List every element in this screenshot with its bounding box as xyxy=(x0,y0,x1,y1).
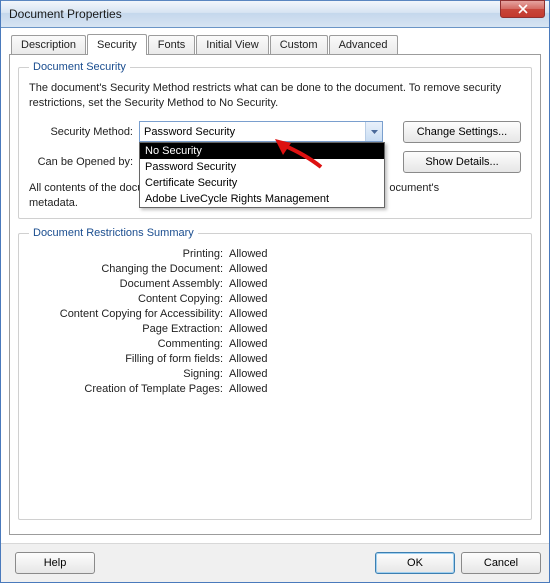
restriction-row: Signing:Allowed xyxy=(29,368,521,380)
restriction-row: Changing the Document:Allowed xyxy=(29,263,521,275)
tab-security[interactable]: Security xyxy=(87,34,147,55)
client-area: Description Security Fonts Initial View … xyxy=(1,28,549,543)
restrictions-list: Printing:Allowed Changing the Document:A… xyxy=(29,248,521,395)
titlebar: Document Properties xyxy=(1,0,549,28)
tab-advanced[interactable]: Advanced xyxy=(329,35,398,54)
tab-description[interactable]: Description xyxy=(11,35,86,54)
restriction-row: Content Copying for Accessibility:Allowe… xyxy=(29,308,521,320)
restriction-row: Page Extraction:Allowed xyxy=(29,323,521,335)
security-method-value: Password Security xyxy=(144,126,365,138)
group-restrictions-title: Document Restrictions Summary xyxy=(29,227,198,239)
ok-button[interactable]: OK xyxy=(375,552,455,574)
restriction-row: Document Assembly:Allowed xyxy=(29,278,521,290)
restriction-row: Content Copying:Allowed xyxy=(29,293,521,305)
option-no-security[interactable]: No Security xyxy=(140,143,384,159)
restriction-row: Commenting:Allowed xyxy=(29,338,521,350)
combobox-button[interactable] xyxy=(365,122,382,141)
tabs: Description Security Fonts Initial View … xyxy=(11,34,541,54)
security-description: The document's Security Method restricts… xyxy=(29,81,521,111)
row-security-method: Security Method: Password Security No Se… xyxy=(29,121,521,143)
restriction-row: Creation of Template Pages:Allowed xyxy=(29,383,521,395)
window-title: Document Properties xyxy=(9,7,500,21)
show-details-button[interactable]: Show Details... xyxy=(403,151,521,173)
restriction-row: Printing:Allowed xyxy=(29,248,521,260)
restriction-row: Filling of form fields:Allowed xyxy=(29,353,521,365)
tab-initial-view[interactable]: Initial View xyxy=(196,35,268,54)
option-certificate-security[interactable]: Certificate Security xyxy=(140,175,384,191)
close-button[interactable] xyxy=(500,0,545,18)
close-icon xyxy=(518,4,528,14)
group-document-security-title: Document Security xyxy=(29,61,130,73)
security-method-dropdown[interactable]: No Security Password Security Certificat… xyxy=(139,142,385,208)
security-method-label: Security Method: xyxy=(29,126,139,138)
group-document-security: Document Security The document's Securit… xyxy=(18,61,532,219)
option-password-security[interactable]: Password Security xyxy=(140,159,384,175)
security-method-combobox[interactable]: Password Security No Security Password S… xyxy=(139,121,383,142)
tab-page-security: Document Security The document's Securit… xyxy=(9,54,541,535)
tab-custom[interactable]: Custom xyxy=(270,35,328,54)
help-button[interactable]: Help xyxy=(15,552,95,574)
group-restrictions: Document Restrictions Summary Printing:A… xyxy=(18,227,532,520)
option-livecycle-rights[interactable]: Adobe LiveCycle Rights Management xyxy=(140,191,384,207)
opened-by-label: Can be Opened by: xyxy=(29,156,139,168)
change-settings-button[interactable]: Change Settings... xyxy=(403,121,521,143)
tab-fonts[interactable]: Fonts xyxy=(148,35,196,54)
cancel-button[interactable]: Cancel xyxy=(461,552,541,574)
dialog-window: Document Properties Description Security… xyxy=(0,0,550,583)
chevron-down-icon xyxy=(371,130,378,134)
dialog-footer: Help OK Cancel xyxy=(1,543,549,582)
